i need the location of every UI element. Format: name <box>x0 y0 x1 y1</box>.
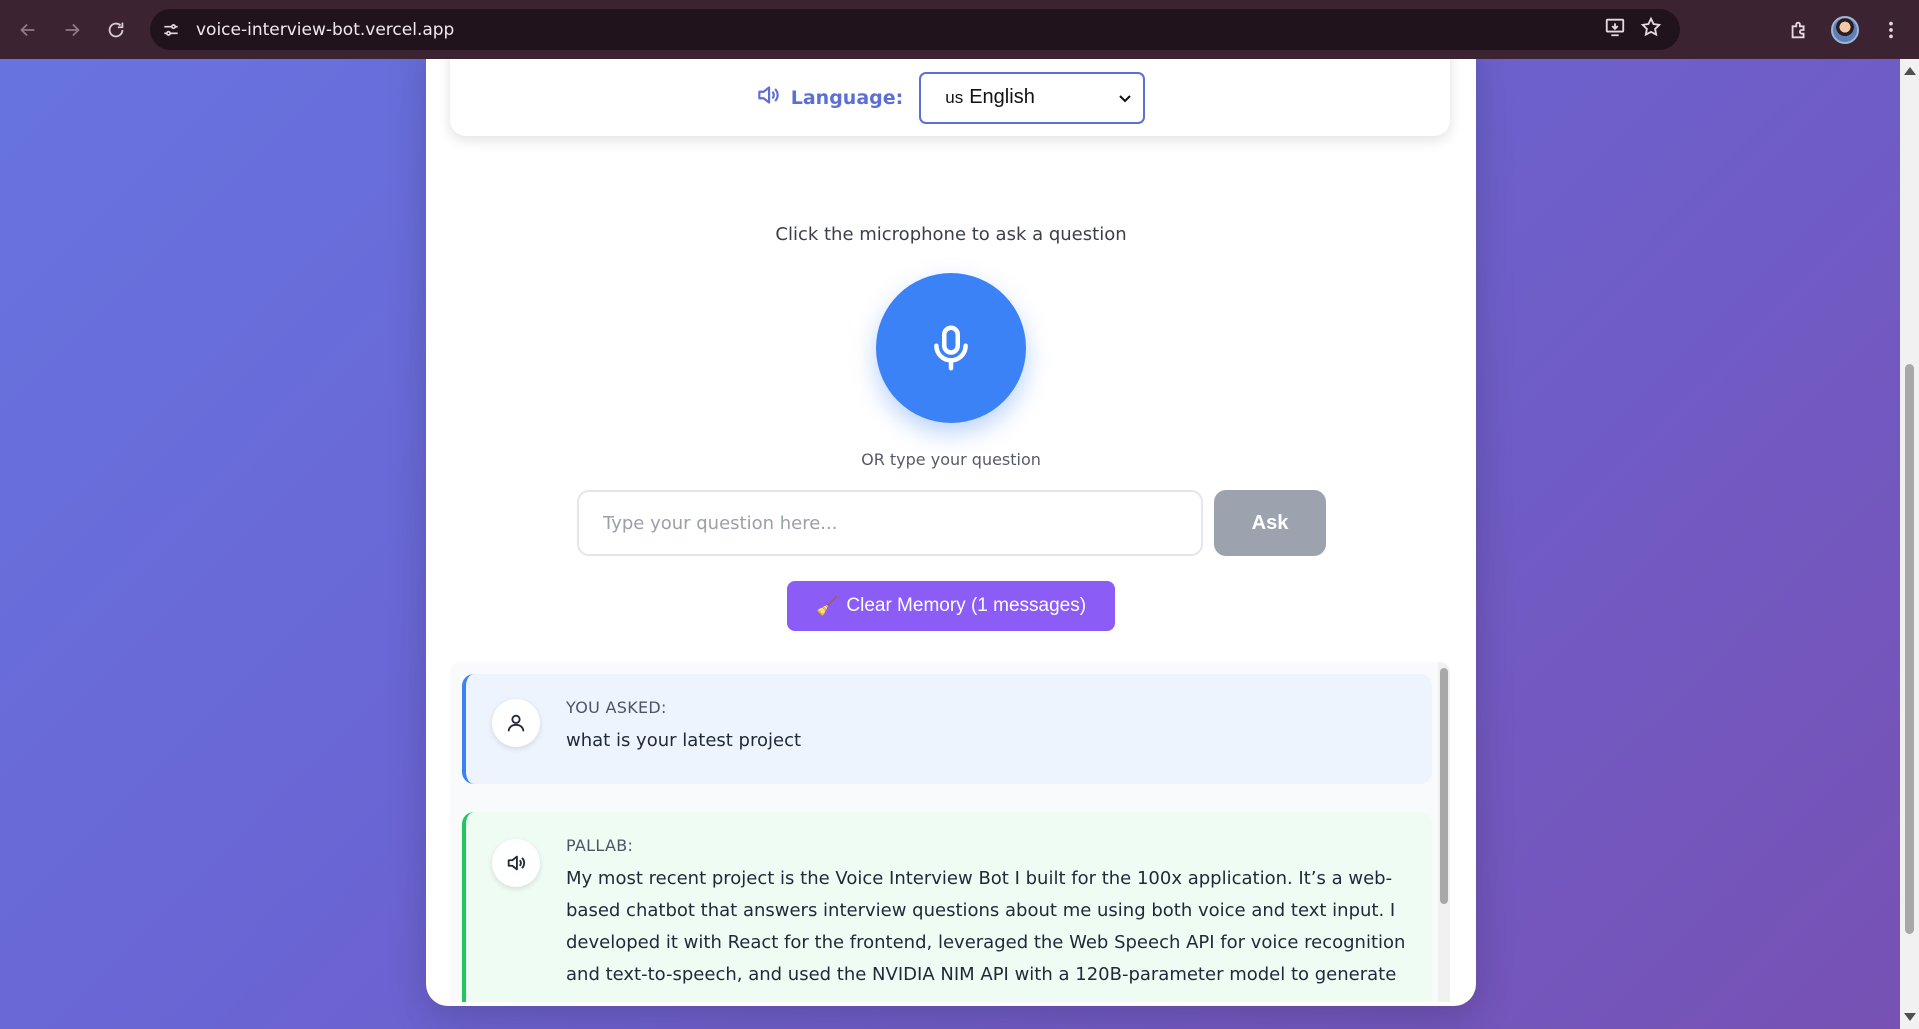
clear-memory-label: Clear Memory (1 messages) <box>846 595 1087 616</box>
page-viewport: Language: us English Click the microphone… <box>0 59 1900 1029</box>
language-label: Language: <box>755 82 904 113</box>
profile-avatar[interactable] <box>1825 10 1865 50</box>
main-card: Language: us English Click the microphone… <box>426 59 1476 1006</box>
language-select[interactable]: us English <box>919 71 1146 124</box>
language-flag: us <box>945 88 964 107</box>
question-input[interactable] <box>577 490 1203 556</box>
reload-icon[interactable] <box>94 8 138 52</box>
language-selected: English <box>969 86 1035 108</box>
chevron-down-icon <box>1119 90 1131 106</box>
extensions-icon[interactable] <box>1779 10 1819 50</box>
page-scrollbar[interactable] <box>1900 59 1919 1029</box>
bot-message: PALLAB: My most recent project is the Vo… <box>462 812 1432 1002</box>
install-app-icon[interactable] <box>1604 16 1626 43</box>
address-bar[interactable]: voice-interview-bot.vercel.app <box>150 9 1680 50</box>
url-text[interactable]: voice-interview-bot.vercel.app <box>196 20 454 40</box>
user-message-text: what is your latest project <box>566 730 802 751</box>
ask-button[interactable]: Ask <box>1214 490 1326 556</box>
language-panel: Language: us English <box>450 59 1450 136</box>
scroll-thumb[interactable] <box>1905 364 1914 934</box>
user-message-label: YOU ASKED: <box>566 698 667 717</box>
forward-icon[interactable] <box>50 8 94 52</box>
user-message: YOU ASKED: what is your latest project <box>462 674 1432 784</box>
user-icon <box>492 699 540 747</box>
speaker-icon[interactable] <box>492 839 540 887</box>
bot-message-label: PALLAB: <box>566 836 634 855</box>
microphone-icon <box>934 325 968 371</box>
site-info-icon[interactable] <box>154 13 188 47</box>
conversation-scrollbar[interactable] <box>1438 662 1450 1002</box>
speaker-icon <box>755 82 781 113</box>
back-icon[interactable] <box>6 8 50 52</box>
broom-icon: 🧹 <box>815 595 839 616</box>
star-icon[interactable] <box>1640 16 1662 43</box>
clear-memory-button[interactable]: 🧹 Clear Memory (1 messages) <box>787 581 1115 631</box>
menu-icon[interactable] <box>1871 10 1911 50</box>
scroll-down-icon[interactable] <box>1904 1013 1916 1021</box>
scroll-up-icon[interactable] <box>1904 67 1916 75</box>
conversation-panel: YOU ASKED: what is your latest project P… <box>450 662 1450 1002</box>
voice-prompt: Click the microphone to ask a question <box>775 224 1127 245</box>
microphone-button[interactable] <box>876 273 1026 423</box>
bot-message-text: My most recent project is the Voice Inte… <box>566 868 1406 985</box>
language-label-text: Language: <box>790 86 904 109</box>
browser-toolbar: voice-interview-bot.vercel.app <box>0 0 1919 59</box>
or-type-label: OR type your question <box>861 450 1041 469</box>
